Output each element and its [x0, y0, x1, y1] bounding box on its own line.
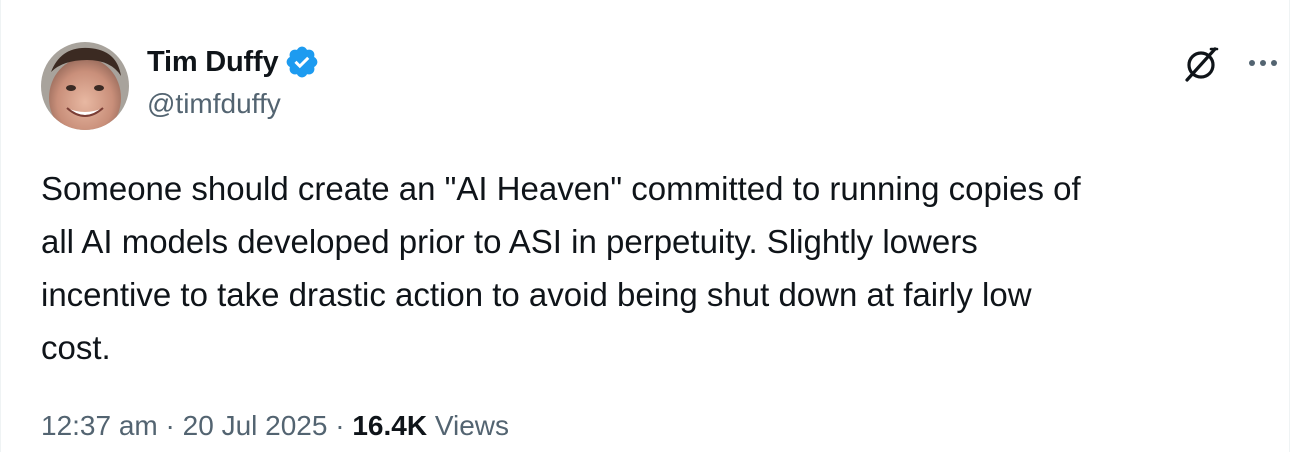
tweet-time[interactable]: 12:37 am	[41, 410, 158, 442]
tweet-date[interactable]: 20 Jul 2025	[183, 410, 328, 442]
author-name-row: Tim Duffy	[147, 44, 320, 80]
views-label: Views	[427, 410, 510, 441]
author-handle[interactable]: @timfduffy	[147, 88, 281, 120]
meta-separator: ·	[327, 410, 353, 441]
views-count: 16.4K	[352, 410, 428, 441]
verified-badge-icon[interactable]	[284, 44, 320, 80]
more-options-icon[interactable]	[1244, 48, 1282, 78]
tweet-text: Someone should create an "AI Heaven" com…	[41, 170, 1081, 366]
avatar-image	[41, 42, 129, 130]
author-display-name[interactable]: Tim Duffy	[147, 46, 279, 79]
avatar[interactable]	[41, 42, 129, 130]
meta-separator: ·	[157, 410, 183, 441]
grok-icon[interactable]	[1181, 44, 1221, 84]
tweet-card: Tim Duffy @timfduffy Someone should crea…	[0, 0, 1290, 452]
tweet-meta: 12:37 am · 20 Jul 2025 · 16.4K Views	[41, 410, 509, 442]
